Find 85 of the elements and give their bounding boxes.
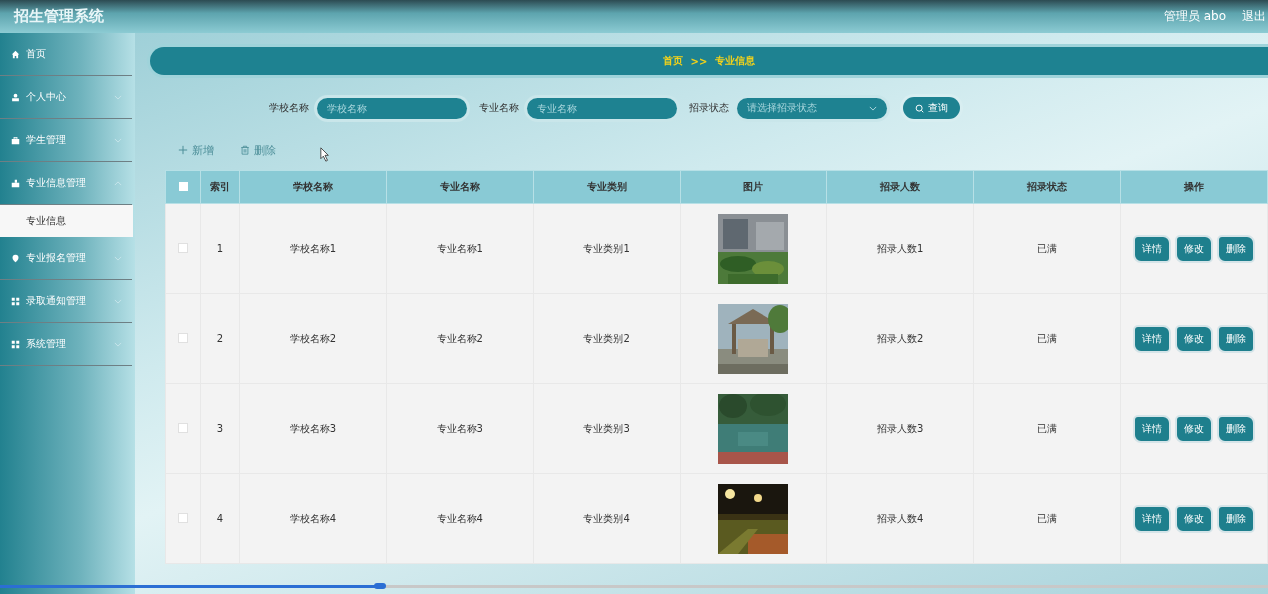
breadcrumb-separator: >> (690, 55, 708, 67)
submenu-item[interactable]: 专业信息 (0, 205, 133, 237)
table-cell: 学校名称3 (239, 383, 387, 474)
cursor-icon (320, 146, 330, 162)
add-button[interactable]: 新增 (178, 142, 214, 158)
logout-link[interactable]: 退出 (1242, 8, 1266, 25)
grid-icon (11, 339, 20, 349)
video-progress-bar[interactable] (0, 585, 1268, 588)
table-cell: 专业名称4 (386, 473, 534, 564)
search-button[interactable]: 查询 (902, 97, 960, 119)
table-cell: 专业类别1 (533, 203, 681, 294)
breadcrumb-link[interactable]: 首页 (662, 54, 683, 68)
app-title: 招生管理系统 (14, 7, 104, 26)
table-cell: 已满 (973, 293, 1121, 384)
table-cell: 学校名称2 (239, 293, 387, 384)
user-name: 管理员 abo (1163, 8, 1226, 25)
column-header: 索引 (200, 170, 240, 204)
sidebar-item[interactable]: 首页 (0, 33, 132, 76)
row-checkbox[interactable] (178, 422, 188, 433)
row-checkbox[interactable] (178, 242, 188, 253)
row-action-button[interactable]: 删除 (1219, 236, 1254, 261)
breadcrumb-link[interactable]: 专业信息 (715, 54, 756, 68)
caret-icon (868, 105, 877, 111)
row-action-button[interactable]: 详情 (1135, 416, 1170, 441)
row-action-button[interactable]: 详情 (1135, 236, 1170, 261)
column-header: 图片 (680, 170, 827, 204)
sidebar-item[interactable]: 系统管理 (0, 323, 132, 366)
table-cell: 招录人数4 (826, 473, 974, 564)
user-icon (11, 92, 20, 102)
table-cell: 学校名称4 (239, 473, 387, 564)
table-cell: 学校名称1 (239, 203, 387, 294)
row-action-button[interactable]: 详情 (1135, 326, 1170, 351)
table-cell: 3 (200, 383, 240, 474)
table-cell: 1 (200, 203, 240, 294)
column-header: 招录状态 (973, 170, 1121, 204)
select-all-checkbox[interactable] (178, 181, 188, 191)
column-header: 专业名称 (386, 170, 534, 204)
field-label: 招录状态 (688, 101, 729, 115)
row-action-button[interactable]: 删除 (1219, 506, 1254, 531)
row-action-button[interactable]: 修改 (1177, 326, 1212, 351)
grid-icon (11, 296, 20, 306)
field-label: 学校名称 (268, 101, 309, 115)
table-cell: 招录人数3 (826, 383, 974, 474)
search-icon (914, 103, 924, 113)
delete-button[interactable]: 删除 (240, 142, 276, 158)
table-cell: 专业名称3 (386, 383, 534, 474)
table-cell: 专业类别2 (533, 293, 681, 384)
briefcase-icon (11, 135, 20, 145)
trash-icon (240, 145, 250, 155)
column-header: 操作 (1120, 170, 1268, 204)
table-cell: 专业名称2 (386, 293, 534, 384)
row-action-button[interactable]: 详情 (1135, 506, 1170, 531)
hand-icon (11, 178, 20, 188)
table-cell: 专业类别3 (533, 383, 681, 474)
search-field[interactable]: 学校名称 (316, 97, 467, 119)
row-action-button[interactable]: 删除 (1219, 416, 1254, 441)
column-header: 学校名称 (239, 170, 387, 204)
progress-handle[interactable] (374, 583, 387, 589)
table-cell: 专业类别4 (533, 473, 681, 564)
home-icon (11, 49, 20, 59)
table-cell: 招录人数1 (826, 203, 974, 294)
sidebar-item[interactable]: 专业报名管理 (0, 237, 132, 280)
status-select[interactable]: 请选择招录状态 (736, 97, 887, 119)
column-header: 专业类别 (533, 170, 681, 204)
row-action-button[interactable]: 删除 (1219, 326, 1254, 351)
row-checkbox[interactable] (178, 332, 188, 343)
table-cell: 已满 (973, 473, 1121, 564)
sidebar-item[interactable]: 录取通知管理 (0, 280, 132, 323)
pin-icon (11, 253, 20, 263)
table-cell: 已满 (973, 383, 1121, 474)
sidebar-item[interactable]: 学生管理 (0, 119, 132, 162)
row-action-button[interactable]: 修改 (1177, 236, 1212, 261)
column-header: 招录人数 (826, 170, 974, 204)
field-label: 专业名称 (478, 101, 519, 115)
table-cell: 4 (200, 473, 240, 564)
row-action-button[interactable]: 修改 (1177, 506, 1212, 531)
sidebar-item[interactable]: 个人中心 (0, 76, 132, 119)
table-cell: 招录人数2 (826, 293, 974, 384)
row-checkbox[interactable] (178, 512, 188, 523)
table-cell: 2 (200, 293, 240, 384)
plus-icon (178, 145, 188, 155)
search-field[interactable]: 专业名称 (526, 97, 677, 119)
row-action-button[interactable]: 修改 (1177, 416, 1212, 441)
table-cell: 专业名称1 (386, 203, 534, 294)
table-cell: 已满 (973, 203, 1121, 294)
